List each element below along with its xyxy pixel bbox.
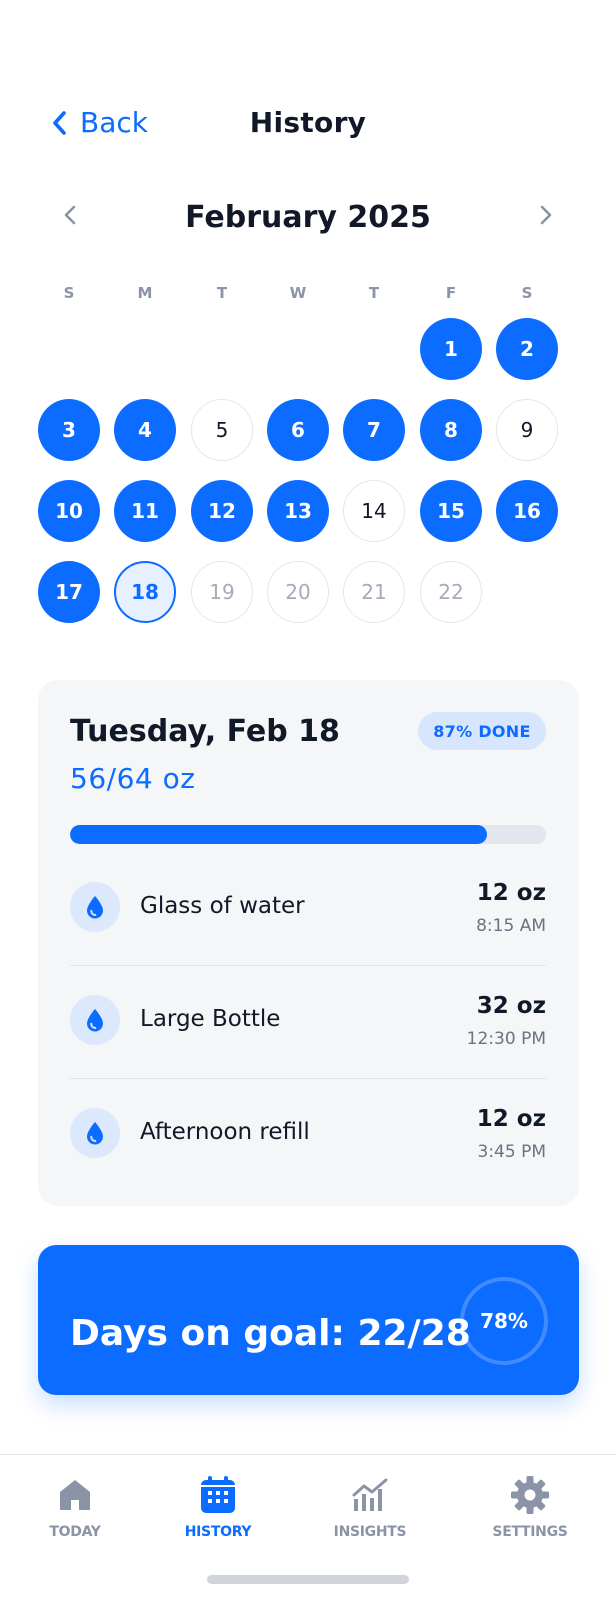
water-drop-icon <box>70 882 120 932</box>
calendar-day[interactable]: 20 <box>267 561 329 623</box>
weekday-label: S <box>521 284 533 302</box>
weekday-label: T <box>368 284 380 302</box>
next-month-button[interactable] <box>531 200 561 230</box>
tab-insights[interactable]: INSIGHTS <box>305 1475 435 1555</box>
list-item[interactable]: Large Bottle 32 oz 12:30 PM <box>70 963 546 1078</box>
home-icon <box>55 1475 95 1515</box>
calendar-day[interactable]: 4 <box>114 399 176 461</box>
calendar-day[interactable]: 17 <box>38 561 100 623</box>
weekday-header: SMTWTFS <box>0 284 616 304</box>
calendar-day[interactable]: 11 <box>114 480 176 542</box>
weekday-label: T <box>216 284 228 302</box>
entry-time: 8:15 AM <box>476 916 546 936</box>
calendar-day[interactable]: 3 <box>38 399 100 461</box>
calendar-day[interactable]: 10 <box>38 480 100 542</box>
calendar-day[interactable]: 12 <box>191 480 253 542</box>
weekday-label: W <box>289 284 307 302</box>
calendar-day[interactable]: 21 <box>343 561 405 623</box>
day-detail-card: Tuesday, Feb 18 56/64 oz 87% DONE Glass … <box>38 680 579 1206</box>
gear-icon <box>510 1475 550 1515</box>
calendar-day[interactable]: 5 <box>191 399 253 461</box>
month-navigation: February 2025 <box>0 194 616 244</box>
weekday-label: S <box>63 284 75 302</box>
daily-progress-bar <box>70 825 546 844</box>
entry-name: Glass of water <box>140 893 305 919</box>
tab-today[interactable]: TODAY <box>10 1475 140 1555</box>
calendar-day[interactable]: 8 <box>420 399 482 461</box>
entry-time: 3:45 PM <box>477 1142 547 1162</box>
tab-history[interactable]: HISTORY <box>153 1475 283 1555</box>
goal-summary-card: Days on goal: 22/28 78% <box>38 1245 579 1395</box>
list-item[interactable]: Afternoon refill 12 oz 3:45 PM <box>70 1076 546 1191</box>
calendar-icon <box>198 1475 238 1515</box>
entry-time: 12:30 PM <box>466 1029 546 1049</box>
list-item[interactable]: Glass of water 12 oz 8:15 AM <box>70 850 546 965</box>
water-drop-icon <box>70 1108 120 1158</box>
weekday-label: F <box>445 284 457 302</box>
tab-settings[interactable]: SETTINGS <box>465 1475 595 1555</box>
calendar-day[interactable]: 18 <box>114 561 176 623</box>
water-drop-icon <box>70 995 120 1045</box>
chart-icon <box>350 1475 390 1515</box>
month-label: February 2025 <box>185 200 431 235</box>
home-indicator <box>207 1575 409 1584</box>
calendar-day[interactable]: 14 <box>343 480 405 542</box>
calendar-day[interactable]: 13 <box>267 480 329 542</box>
calendar-day[interactable]: 16 <box>496 480 558 542</box>
tab-label: INSIGHTS <box>333 1524 407 1540</box>
goal-percent: 78% <box>480 1309 528 1333</box>
daily-total: 56/64 oz <box>70 762 196 795</box>
calendar-day[interactable]: 2 <box>496 318 558 380</box>
page-title: History <box>249 106 367 139</box>
status-badge: 87% DONE <box>418 712 546 750</box>
calendar-day[interactable]: 7 <box>343 399 405 461</box>
calendar-day[interactable]: 15 <box>420 480 482 542</box>
days-on-goal-text: Days on goal: 22/28 <box>70 1313 471 1354</box>
calendar-day[interactable]: 19 <box>191 561 253 623</box>
calendar-day[interactable]: 6 <box>267 399 329 461</box>
top-bar: Back History <box>0 100 616 150</box>
entry-name: Afternoon refill <box>140 1119 310 1145</box>
calendar-day[interactable]: 9 <box>496 399 558 461</box>
selected-date: Tuesday, Feb 18 <box>70 714 340 749</box>
calendar-day[interactable]: 22 <box>420 561 482 623</box>
tab-label: TODAY <box>49 1524 101 1540</box>
entry-amount: 32 oz <box>476 993 546 1019</box>
chevron-right-icon <box>540 205 552 225</box>
entry-amount: 12 oz <box>476 1106 546 1132</box>
tab-label: HISTORY <box>184 1524 252 1540</box>
calendar-day[interactable]: 1 <box>420 318 482 380</box>
weekday-label: M <box>137 284 153 302</box>
tab-label: SETTINGS <box>492 1524 568 1540</box>
entry-name: Large Bottle <box>140 1006 281 1032</box>
progress-fill <box>70 825 487 844</box>
entry-amount: 12 oz <box>476 880 546 906</box>
